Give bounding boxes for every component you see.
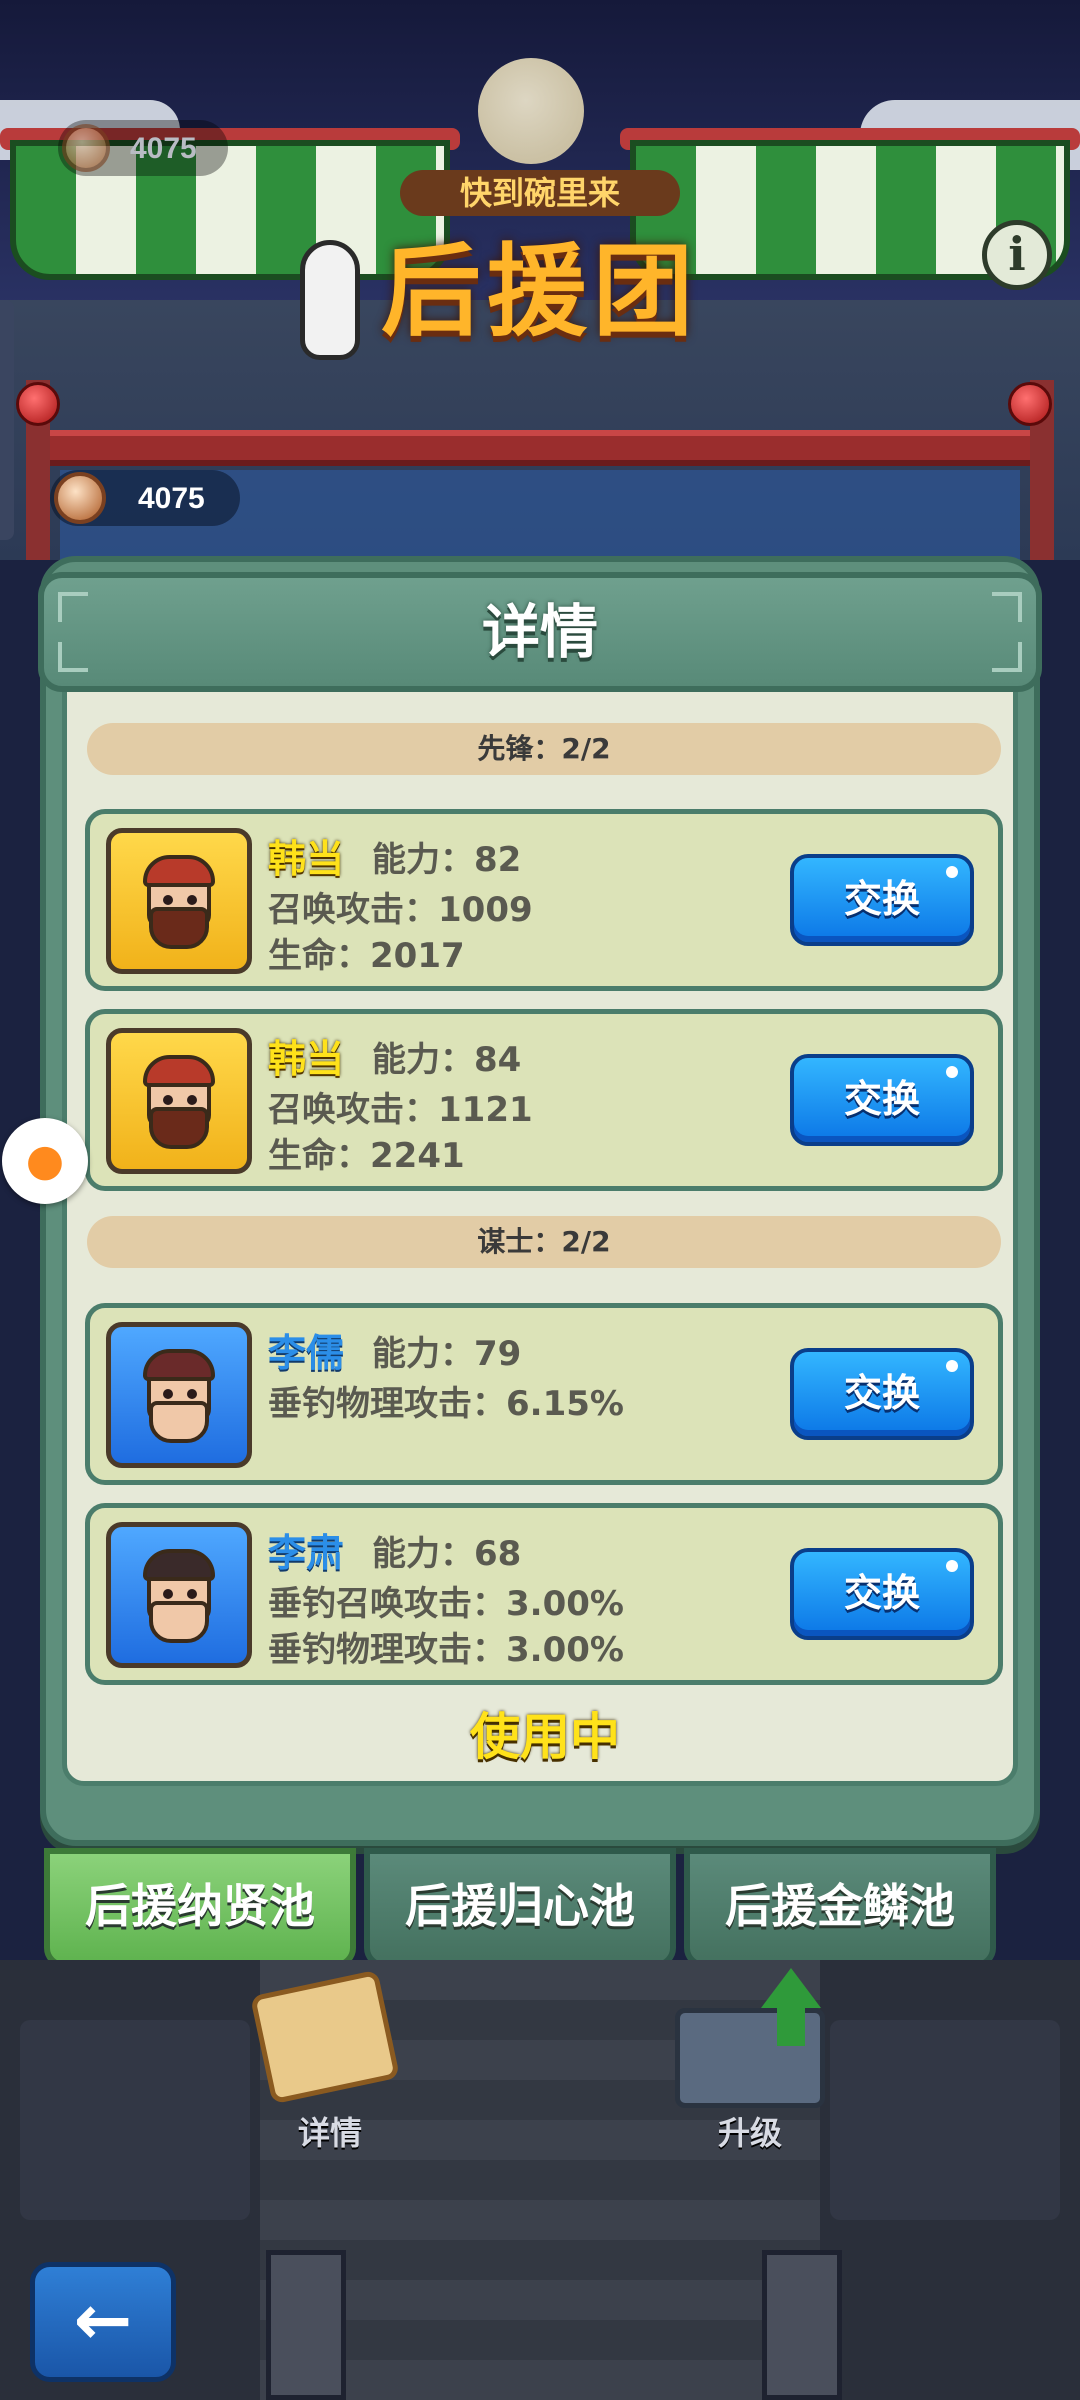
tab-recruit-pool[interactable]: 后援纳贤池: [44, 1848, 356, 1968]
upgrade-icon[interactable]: [665, 1968, 835, 2118]
hero-stat: 垂钓物理攻击：3.00%: [268, 1630, 624, 1670]
hero-stat: 生命：2017: [268, 936, 465, 976]
side-drawer-handle[interactable]: [0, 300, 14, 540]
hero-card: 李肃 能力：68 垂钓召唤攻击：3.00% 垂钓物理攻击：3.00% 交换: [85, 1503, 1003, 1685]
back-arrow-button[interactable]: ←: [30, 2262, 176, 2382]
hero-card: 李儒 能力：79 垂钓物理攻击：6.15% 交换: [85, 1303, 1003, 1485]
wall-panel: [830, 2020, 1060, 2220]
hero-name: 李儒: [268, 1331, 345, 1375]
logo-title: 后援团: [381, 232, 699, 350]
hero-card: 韩当 能力：82 召唤攻击：1009 生命：2017 交换: [85, 809, 1003, 991]
hero-stat: 生命：2241: [268, 1136, 465, 1176]
hero-ability: 能力：79: [372, 1334, 522, 1374]
hero-name: 韩当: [268, 837, 345, 881]
swap-button[interactable]: 交换: [790, 854, 974, 946]
hero-stat: 召唤攻击：1121: [268, 1090, 533, 1130]
details-scroll-icon[interactable]: [249, 1969, 401, 2105]
hero-ability: 能力：82: [372, 840, 522, 880]
hero-portrait[interactable]: [106, 1028, 252, 1174]
lantern-ball: [16, 382, 60, 426]
coin-count: 4075: [130, 132, 197, 165]
hero-ability: 能力：84: [372, 1040, 522, 1080]
general-avatar-icon: [139, 855, 219, 955]
dialog-title: 详情: [481, 598, 598, 666]
coin-count: 4075: [138, 482, 205, 515]
swap-button[interactable]: 交换: [790, 1348, 974, 1440]
hero-portrait[interactable]: [106, 828, 252, 974]
details-menu-label[interactable]: 详情: [250, 2108, 410, 2154]
coin-counter-top: 4075: [58, 120, 228, 176]
general-avatar-icon: [139, 1549, 219, 1649]
section-header-vanguard: 先锋：2/2: [87, 723, 1001, 775]
event-logo: 快到碗里来 后援团: [330, 140, 750, 360]
swap-button[interactable]: 交换: [790, 1054, 974, 1146]
tab-loyalty-pool[interactable]: 后援归心池: [364, 1848, 676, 1968]
details-dialog: 先锋：2/2 韩当 能力：82 召唤攻击：1009 生命：2017 交换 韩当 …: [38, 556, 1042, 1846]
coin-icon: [54, 472, 106, 524]
info-icon[interactable]: i: [982, 220, 1052, 290]
hero-portrait[interactable]: [106, 1522, 252, 1668]
gamepad-icon[interactable]: ●: [2, 1118, 88, 1204]
general-avatar-icon: [139, 1055, 219, 1155]
red-railing: [40, 430, 1040, 466]
hero-stat: 垂钓物理攻击：6.15%: [268, 1384, 624, 1424]
hero-card: 韩当 能力：84 召唤攻击：1121 生命：2241 交换: [85, 1009, 1003, 1191]
support-hero-list[interactable]: 先锋：2/2 韩当 能力：82 召唤攻击：1009 生命：2017 交换 韩当 …: [67, 697, 1013, 1717]
door: [266, 2250, 346, 2400]
hero-name: 韩当: [268, 1037, 345, 1081]
hero-name: 李肃: [268, 1531, 345, 1575]
advisor-avatar-icon: [139, 1349, 219, 1449]
upgrade-menu-label[interactable]: 升级: [670, 2108, 830, 2154]
dialog-header: 详情: [38, 572, 1042, 692]
lantern-ball: [1008, 382, 1052, 426]
door: [762, 2250, 842, 2400]
swap-button[interactable]: 交换: [790, 1548, 974, 1640]
in-use-status: 使用中: [470, 1708, 620, 1766]
hero-stat: 召唤攻击：1009: [268, 890, 533, 930]
coin-counter: 4075: [50, 470, 240, 526]
dialog-body: 先锋：2/2 韩当 能力：82 召唤攻击：1009 生命：2017 交换 韩当 …: [62, 652, 1018, 1786]
hero-portrait[interactable]: [106, 1322, 252, 1468]
hero-stat: 垂钓召唤攻击：3.00%: [268, 1584, 624, 1624]
wall-panel: [20, 2020, 250, 2220]
coin-icon: [62, 124, 110, 172]
hero-ability: 能力：68: [372, 1534, 522, 1574]
section-header-strategist: 谋士：2/2: [87, 1216, 1001, 1268]
tab-golden-scale-pool[interactable]: 后援金鳞池: [684, 1848, 996, 1968]
